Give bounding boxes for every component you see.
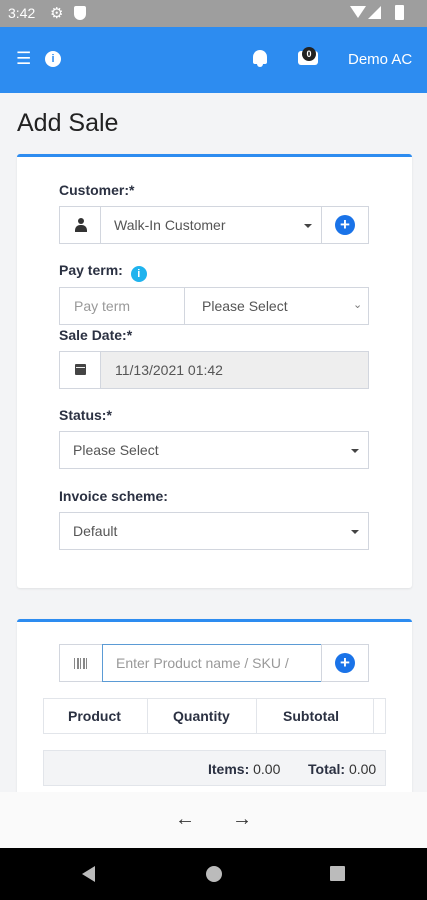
add-customer-button[interactable]: + [321,206,369,244]
status-bar: 3:42 ⚙ [0,0,427,27]
pay-term-unit-select[interactable]: Please Select ⌄ [184,287,369,325]
sale-date-label: Sale Date:* [59,327,133,343]
system-home-icon[interactable] [206,866,222,882]
system-back-icon[interactable] [82,866,95,882]
pay-term-input[interactable]: Pay term [59,287,185,325]
chevron-down-icon [304,224,312,228]
calendar-icon [75,364,86,375]
column-divider [147,699,148,733]
back-arrow-icon[interactable]: ← [175,808,195,831]
info-circle-icon[interactable]: i [130,266,147,282]
app-bar: ☰ i 0 Demo AC [0,27,427,93]
product-search-placeholder: Enter Product name / SKU / [116,655,289,671]
barcode-addon [59,644,103,682]
barcode-icon [74,658,89,669]
shield-icon [74,6,86,20]
menu-icon[interactable]: ☰ [16,49,31,69]
forward-arrow-icon[interactable]: → [232,808,252,831]
system-nav-bar [0,848,427,900]
signal-icon [368,6,381,19]
column-header-quantity: Quantity [173,708,230,724]
chevron-down-icon: ⌄ [353,299,363,311]
add-product-button[interactable]: + [321,644,369,682]
page-title: Add Sale [17,109,119,137]
info-icon[interactable]: i [45,51,61,67]
sale-date-value: 11/13/2021 01:42 [115,362,223,378]
pay-term-label: Pay term: i [59,262,147,282]
gear-icon: ⚙ [50,5,64,22]
chevron-down-icon [351,449,359,453]
column-divider [256,699,257,733]
items-value: 0.00 [253,761,281,777]
status-time: 3:42 [8,5,36,21]
column-header-subtotal: Subtotal [283,708,339,724]
total-label: Total: [308,761,346,777]
items-label: Items: [208,761,250,777]
status-select[interactable]: Please Select [59,431,369,469]
sale-date-input[interactable]: 11/13/2021 01:42 [100,351,369,389]
column-header-product: Product [68,708,121,724]
customer-select[interactable]: Walk-In Customer [100,206,322,244]
invoice-scheme-label: Invoice scheme: [59,488,168,504]
total-value: 0.00 [348,761,377,777]
wifi-icon [350,6,366,18]
browser-nav-bar: ← → [0,792,427,848]
pay-term-unit-value: Please Select [202,298,288,314]
customer-label: Customer:* [59,182,135,198]
customer-value: Walk-In Customer [114,217,226,233]
invoice-scheme-value: Default [73,523,118,539]
bell-icon[interactable] [253,50,267,67]
plus-circle-icon: + [335,215,355,235]
chevron-down-icon [351,530,359,534]
sale-date-icon-addon [59,351,101,389]
cart-count-badge: 0 [302,47,316,61]
system-recents-icon[interactable] [330,866,345,881]
grand-total: Total: 0.00 [308,761,376,777]
items-total: Items: 0.00 [208,761,280,777]
plus-circle-icon: + [335,653,355,673]
battery-icon [395,5,404,20]
pay-term-label-text: Pay term: [59,262,123,278]
invoice-scheme-select[interactable]: Default [59,512,369,550]
customer-icon-addon [59,206,101,244]
status-value: Please Select [73,442,159,458]
pay-term-placeholder: Pay term [74,298,131,314]
user-icon [75,218,87,232]
totals-row: Items: 0.00 Total: 0.00 [43,750,386,786]
column-divider [373,699,374,733]
product-search-input[interactable]: Enter Product name / SKU / [102,644,322,682]
status-label: Status:* [59,407,112,423]
product-table-header: Product Quantity Subtotal [43,698,386,734]
account-name[interactable]: Demo AC [348,51,412,68]
